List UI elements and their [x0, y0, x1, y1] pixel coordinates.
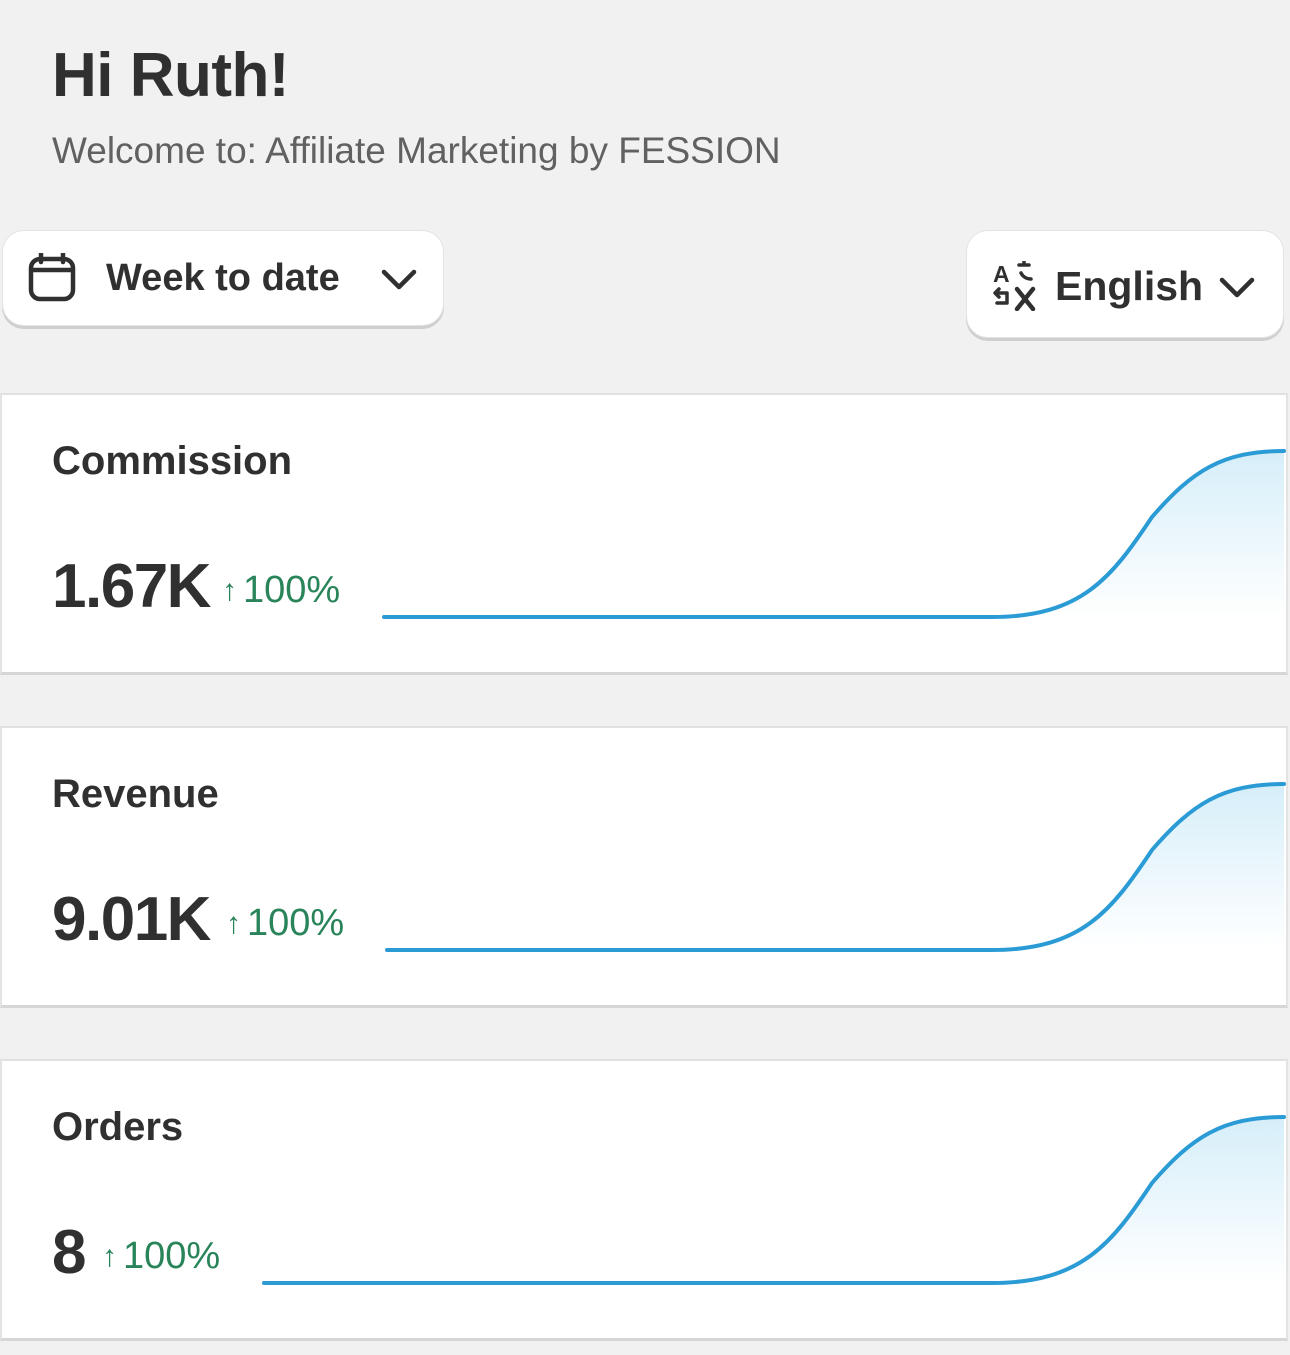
sparkline-chart: [262, 1115, 1286, 1285]
language-label: English: [1055, 263, 1204, 309]
metric-card-revenue[interactable]: Revenue 9.01K ↑ 100%: [0, 726, 1288, 1008]
welcome-subtitle: Welcome to: Affiliate Marketing by FESSI…: [52, 130, 781, 171]
sparkline-area: [384, 451, 1284, 617]
svg-text:A: A: [993, 261, 1010, 287]
metric-card-orders[interactable]: Orders 8 ↑ 100%: [0, 1059, 1288, 1341]
sparkline-area: [264, 1117, 1284, 1283]
metric-card-commission[interactable]: Commission 1.67K ↑ 100%: [0, 393, 1288, 675]
chevron-down-icon: [381, 269, 417, 290]
date-range-selector[interactable]: Week to date: [2, 230, 444, 326]
calendar-icon: [28, 253, 76, 302]
page-title: Hi Ruth!: [52, 41, 290, 110]
sparkline-area: [387, 784, 1284, 950]
translate-icon: A: [993, 261, 1036, 311]
chevron-down-icon: [1219, 277, 1255, 298]
sparkline-chart: [385, 782, 1286, 952]
dashboard-page: Hi Ruth! Welcome to: Affiliate Marketing…: [0, 0, 1290, 1355]
date-range-label: Week to date: [106, 257, 340, 299]
sparkline-chart: [382, 449, 1286, 619]
language-selector[interactable]: A English: [966, 230, 1284, 338]
